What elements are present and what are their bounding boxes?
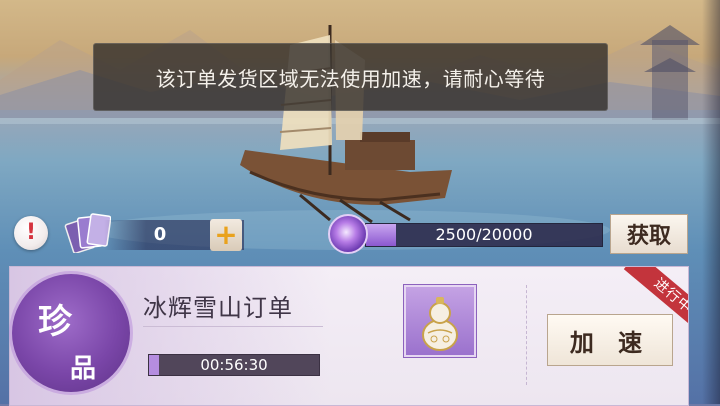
- timer-text: 00:56:30: [200, 356, 268, 374]
- timer-bar: 00:56:30: [148, 354, 320, 376]
- currency-progress-bar: 2500/20000: [365, 223, 603, 247]
- order-title: 冰辉雪山订单: [143, 294, 293, 322]
- toast-message: 该订单发货区域无法使用加速，请耐心等待: [93, 43, 608, 111]
- gourd-vase-icon: [422, 297, 458, 351]
- get-button[interactable]: 获取: [610, 214, 688, 254]
- speed-up-button[interactable]: 加 速: [547, 314, 673, 366]
- order-item-slot[interactable]: [404, 285, 476, 357]
- add-ticket-button[interactable]: +: [210, 219, 242, 251]
- currency-progress-text: 2500/20000: [435, 225, 533, 244]
- screen-edge-shadow: [702, 0, 720, 404]
- rarity-char-bottom: 品: [70, 354, 97, 384]
- title-divider: [143, 326, 323, 327]
- ticket-count: 0: [153, 224, 167, 245]
- alert-mark: !: [25, 220, 37, 245]
- toast-text: 该订单发货区域无法使用加速，请耐心等待: [155, 66, 546, 91]
- card-divider: [526, 285, 527, 385]
- alert-icon[interactable]: !: [14, 216, 48, 250]
- rarity-char-top: 珍: [38, 302, 72, 342]
- swirl-orb-icon: [328, 214, 368, 254]
